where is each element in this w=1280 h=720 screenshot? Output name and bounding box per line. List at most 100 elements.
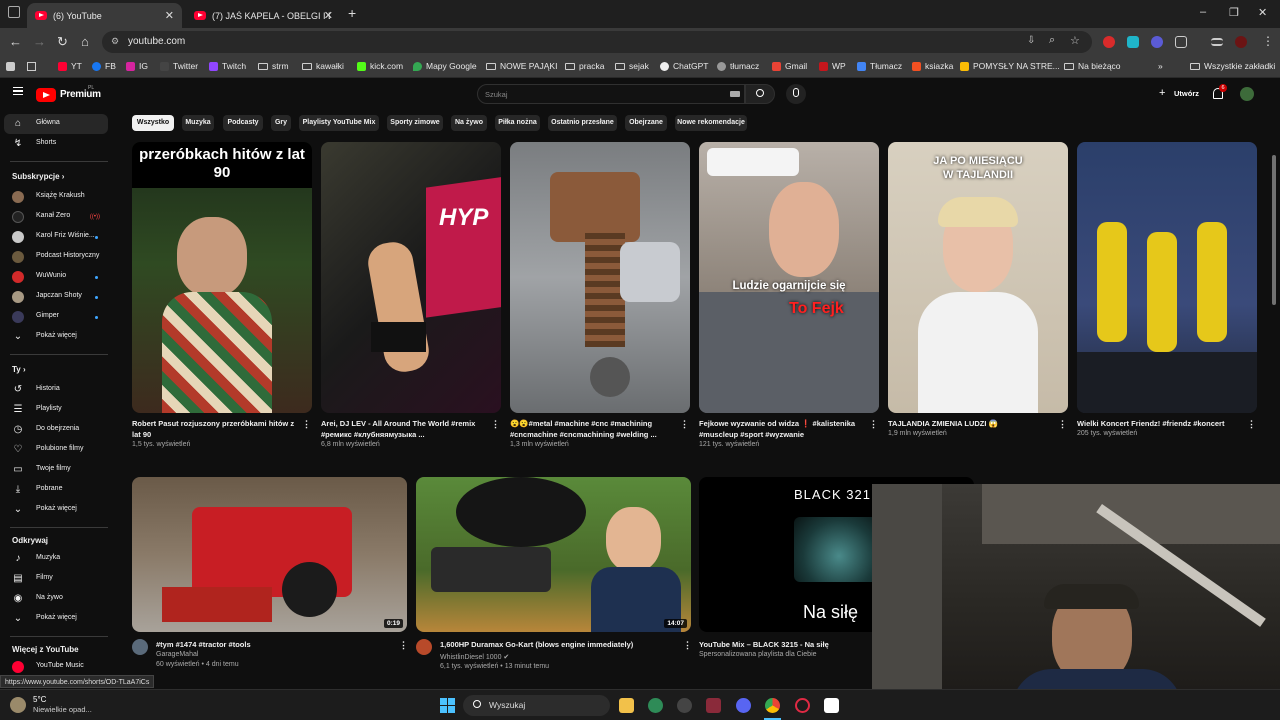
tab-youtube[interactable]: (6) YouTube ✕ — [27, 3, 182, 28]
more-actions-icon[interactable]: ⋮ — [399, 640, 408, 651]
bookmark-tlumacz[interactable]: tłumacz — [717, 61, 759, 71]
short-title[interactable]: 😮😮#metal #machine #cnc #machining #cncma… — [510, 418, 670, 440]
url-field[interactable]: ⚙ youtube.com ⇩ ⌕ ☆ — [102, 31, 1092, 53]
short-thumbnail[interactable] — [510, 142, 690, 413]
short-thumbnail[interactable]: Ludzie ogarnijcie się To Fejk — [699, 142, 879, 413]
chip-muzyka[interactable]: Muzyka — [182, 115, 214, 131]
short-card[interactable]: przeróbkach hitów z lat 90 Robert Pasut … — [132, 142, 312, 452]
sidebar-item-playlisty[interactable]: ☰ Playlisty — [4, 400, 108, 420]
sidebar-sub-gimper[interactable]: Gimper — [4, 307, 108, 327]
sidebar-sub-japczan-shoty[interactable]: Japczan Shoty — [4, 287, 108, 307]
all-bookmarks-folder[interactable]: Wszystkie zakładki — [1190, 61, 1275, 71]
search-button[interactable] — [745, 84, 775, 104]
extension-icon[interactable] — [1151, 36, 1163, 48]
tab-jas-kapela[interactable]: (7) JAŚ KAPELA - OBELGI I BLUZ ✕ — [186, 3, 341, 28]
bookmark-kawalki[interactable]: kawałki — [302, 61, 344, 71]
new-tab-button[interactable]: + — [348, 5, 356, 21]
search-input[interactable]: Szukaj — [477, 84, 745, 104]
bookmark-yt[interactable]: YT — [58, 61, 82, 71]
sidebar-sub-ksiaze-krakush[interactable]: Książę Krakush — [4, 187, 108, 207]
more-actions-icon[interactable]: ⋮ — [491, 419, 500, 430]
app-icon[interactable] — [677, 698, 692, 713]
app-icon[interactable] — [706, 698, 721, 713]
sidebar-item-youtube-music[interactable]: YouTube Music — [4, 657, 108, 677]
voice-search-button[interactable] — [786, 84, 806, 104]
record-extension-icon[interactable] — [1103, 36, 1115, 48]
more-actions-icon[interactable]: ⋮ — [680, 419, 689, 430]
more-actions-icon[interactable]: ⋮ — [1247, 419, 1256, 430]
more-actions-icon[interactable]: ⋮ — [302, 419, 311, 430]
app-icon[interactable] — [648, 698, 663, 713]
short-title[interactable]: Arei, DJ LEV - All Around The World #rem… — [321, 418, 481, 440]
video-thumbnail[interactable]: 0:19 — [132, 477, 407, 632]
bookmark-ig[interactable]: IG — [126, 61, 148, 71]
discord-icon[interactable] — [736, 698, 751, 713]
close-tab-icon[interactable]: ✕ — [324, 9, 333, 22]
chip-na-zywo[interactable]: Na żywo — [451, 115, 487, 131]
short-card[interactable]: Ludzie ogarnijcie się To Fejk Fejkowe wy… — [699, 142, 879, 452]
short-card[interactable]: JA PO MIESIĄCU W TAJLANDII TAJLANDIA ZMI… — [888, 142, 1068, 452]
apps-icon[interactable] — [6, 62, 15, 71]
app-icon[interactable] — [824, 698, 839, 713]
more-actions-icon[interactable]: ⋮ — [683, 640, 692, 651]
sidebar-item-polubione[interactable]: ♡ Polubione filmy — [4, 440, 108, 460]
close-window-button[interactable]: ✕ — [1258, 6, 1267, 19]
more-bookmarks-button[interactable]: » — [1158, 61, 1163, 71]
short-title[interactable]: Wielki Koncert Friendz! #friendz #koncer… — [1077, 418, 1237, 429]
chip-sporty-zimowe[interactable]: Sporty zimowe — [387, 115, 443, 131]
sidebar-sub-podcast-historyczny[interactable]: Podcast Historyczny — [4, 247, 108, 267]
chip-obejrzane[interactable]: Obejrzane — [625, 115, 667, 131]
sidebar-subs-show-more[interactable]: ⌄ Pokaż więcej — [4, 327, 108, 347]
reading-list-icon[interactable] — [1211, 38, 1223, 46]
chip-playlisty-mix[interactable]: Playlisty YouTube Mix — [299, 115, 379, 131]
bookmark-ksiazka[interactable]: ksiazka — [912, 61, 953, 71]
keyboard-icon[interactable] — [730, 91, 740, 97]
extensions-puzzle-icon[interactable] — [1175, 36, 1187, 48]
bookmark-na-biezaco[interactable]: Na bieżąco — [1064, 61, 1121, 71]
bookmark-pomysly[interactable]: POMYSŁY NA STRE... — [960, 61, 1060, 71]
weather-icon[interactable] — [10, 697, 26, 713]
file-explorer-icon[interactable] — [619, 698, 634, 713]
sidebar-item-filmy[interactable]: ▤ Filmy — [4, 569, 108, 589]
sidebar-item-na-zywo[interactable]: ◉ Na żywo — [4, 589, 108, 609]
zoom-icon[interactable]: ⌕ — [1049, 34, 1055, 47]
sidebar-item-glowna[interactable]: ⌂ Główna — [4, 114, 108, 134]
minimize-button[interactable]: – — [1200, 6, 1206, 18]
bookmark-twitter[interactable]: Twitter — [160, 61, 198, 71]
chip-pilka-nozna[interactable]: Piłka nożna — [495, 115, 540, 131]
more-actions-icon[interactable]: ⋮ — [869, 419, 878, 430]
more-actions-icon[interactable]: ⋮ — [1058, 419, 1067, 430]
sidebar-sub-karol-friz[interactable]: Karol Friz Wiśnie... — [4, 227, 108, 247]
video-thumbnail[interactable]: 14:07 — [416, 477, 691, 632]
short-card[interactable]: 😮😮#metal #machine #cnc #machining #cncma… — [510, 142, 690, 452]
account-avatar[interactable] — [1240, 87, 1254, 101]
bookmark-gmail[interactable]: Gmail — [772, 61, 807, 71]
reload-icon[interactable]: ↻ — [57, 34, 68, 50]
bookmark-mapy-google[interactable]: Mapy Google — [413, 61, 477, 71]
weather-temp[interactable]: 5°C — [33, 695, 46, 704]
close-tab-icon[interactable]: ✕ — [165, 9, 174, 22]
bookmark-twitch[interactable]: Twitch — [209, 61, 246, 71]
create-plus-icon[interactable]: + — [1159, 88, 1165, 99]
subscriptions-header[interactable]: Subskrypcje › — [12, 172, 64, 181]
create-button[interactable]: Utwórz — [1174, 89, 1199, 98]
chip-ostatnio-przeslane[interactable]: Ostatnio przesłane — [548, 115, 617, 131]
channel-avatar[interactable] — [416, 639, 432, 655]
video-channel[interactable]: WhistlinDiesel 1000 ✔ — [440, 653, 509, 661]
taskbar-search-field[interactable]: Wyszukaj — [463, 695, 610, 716]
short-title[interactable]: Robert Pasut rozjuszony przeróbkami hitó… — [132, 418, 300, 440]
sidebar-explore-show-more[interactable]: ⌄ Pokaż więcej — [4, 609, 108, 629]
sidebar-item-pobrane[interactable]: ⤓ Pobrane — [4, 480, 108, 500]
sidebar-item-muzyka[interactable]: ♪ Muzyka — [4, 549, 108, 569]
back-icon[interactable]: ← — [9, 34, 22, 50]
short-thumbnail[interactable] — [1077, 142, 1257, 413]
maximize-button[interactable]: ❐ — [1229, 6, 1239, 19]
sidebar-you-show-more[interactable]: ⌄ Pokaż więcej — [4, 500, 108, 520]
short-thumbnail[interactable]: JA PO MIESIĄCU W TAJLANDII — [888, 142, 1068, 413]
page-scrollbar[interactable] — [1272, 155, 1276, 305]
sidebar-item-twoje-filmy[interactable]: ▭ Twoje filmy — [4, 460, 108, 480]
short-thumbnail[interactable]: HYP — [321, 142, 501, 413]
bookmark-star-icon[interactable]: ☆ — [1070, 34, 1080, 47]
chip-podcasty[interactable]: Podcasty — [223, 115, 263, 131]
short-thumbnail[interactable]: przeróbkach hitów z lat 90 — [132, 142, 312, 413]
